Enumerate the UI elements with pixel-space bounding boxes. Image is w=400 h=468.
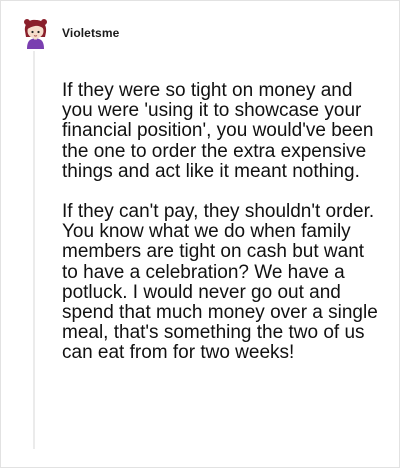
cartoon-avatar-icon[interactable]	[19, 17, 51, 49]
comment-paragraph: If they were so tight on money and you w…	[62, 80, 374, 182]
comment-paragraph: If they can't pay, they shouldn't order.…	[62, 201, 378, 364]
comment-body: If they were so tight on money and you w…	[62, 80, 380, 384]
comment-card: Violetsme If they were so tight on money…	[0, 0, 400, 468]
thread-line[interactable]	[33, 51, 35, 449]
username[interactable]: Violetsme	[62, 26, 119, 40]
